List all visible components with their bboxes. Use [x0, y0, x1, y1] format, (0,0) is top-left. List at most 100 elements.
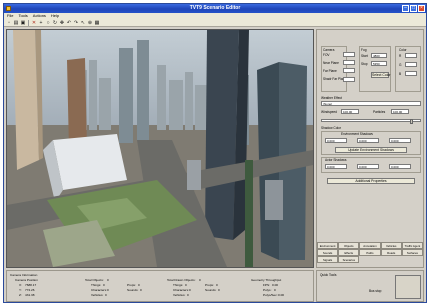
fog-start-field[interactable]: 4800	[371, 53, 387, 58]
new-icon[interactable]: ▫	[6, 20, 12, 26]
tab-traffic-agent[interactable]: Traffic Agent	[401, 242, 423, 249]
fog-stop-field[interactable]: 5350	[371, 61, 387, 66]
tab-annotation[interactable]: Annotation	[359, 242, 381, 249]
vehicles-label: Vehicles:	[91, 293, 104, 297]
cut-icon[interactable]: ✕	[31, 20, 37, 26]
vehicles-value: 0	[105, 293, 107, 297]
title-bar: TVT9 Scenario Editor – □ ×	[4, 4, 426, 13]
far-plane-field[interactable]	[343, 68, 355, 73]
weather-select[interactable]: (None)	[321, 101, 421, 106]
total-objects-value: 0	[107, 278, 109, 282]
things-value: 0	[103, 283, 105, 287]
env-shadow-b-field[interactable]: 0.000	[389, 138, 411, 143]
particles-field[interactable]: 100.00	[391, 109, 409, 114]
shadow-color-label: Shadow Color	[321, 126, 342, 130]
color-b-field[interactable]	[405, 71, 417, 76]
tab-sounds[interactable]: Sounds	[317, 249, 339, 256]
slider-thumb[interactable]	[410, 119, 413, 124]
actor-shadow-b-field[interactable]: 0.000	[389, 164, 411, 169]
color-r-field[interactable]	[405, 53, 417, 58]
drawn-vehicles-value: 0	[187, 293, 189, 297]
z-value: 431.38	[25, 293, 35, 297]
pan-icon[interactable]: ✥	[59, 20, 65, 26]
target-icon[interactable]: ⊕	[87, 20, 93, 26]
tab-vehicles[interactable]: Vehicles	[380, 242, 402, 249]
x-label: X:	[19, 283, 22, 287]
drawn-sounds-label: Sounds:	[205, 288, 217, 292]
sounds-value: 0	[140, 288, 142, 292]
tab-roads[interactable]: Roads	[380, 249, 402, 256]
drawn-vehicles-label: Vehicles:	[173, 293, 186, 297]
windspeed-field[interactable]: 100.00	[341, 109, 359, 114]
near-plane-label: Near Plane	[323, 61, 339, 65]
city-scene	[7, 30, 313, 267]
properties-panel: Camera FOV Near Plane Far Plane Shadr Fa…	[316, 29, 424, 268]
props-label: Props:	[127, 283, 136, 287]
redo-icon[interactable]: ↷	[73, 20, 79, 26]
weather-slider[interactable]	[321, 119, 421, 124]
select-color-button[interactable]: Select Color	[371, 72, 390, 78]
drawn-sounds-value: 0	[218, 288, 220, 292]
open-icon[interactable]: ▤	[13, 20, 19, 26]
polys-value: 0	[274, 288, 276, 292]
save-icon[interactable]: ▣	[20, 20, 26, 26]
env-shadow-g-field[interactable]: 0.000	[357, 138, 379, 143]
tab-scenarios[interactable]: Scenarios	[338, 256, 360, 263]
camera-info-label: Camera Information	[10, 273, 38, 277]
z-label: Z:	[19, 293, 22, 297]
drawn-things-value: 0	[185, 283, 187, 287]
tab-surfaces[interactable]: Surfaces	[401, 249, 423, 256]
shadow-far-plane-field[interactable]	[343, 77, 355, 82]
fov-field[interactable]	[343, 52, 355, 57]
select-icon[interactable]: ↖	[80, 20, 86, 26]
y-label: Y:	[19, 288, 22, 292]
drawn-things-label: Things:	[173, 283, 184, 287]
undo-icon[interactable]: ↶	[66, 20, 72, 26]
fps-label: FPS:	[263, 283, 270, 287]
grid-icon[interactable]: ▦	[94, 20, 100, 26]
actor-shadow-r-field[interactable]: 0.000	[325, 164, 347, 169]
camera-position-label: Camera Position	[15, 278, 38, 282]
near-plane-field[interactable]	[343, 60, 355, 65]
add-icon[interactable]: +	[38, 20, 44, 26]
drawn-characters-label: Characters:	[173, 288, 189, 292]
color-g-field[interactable]	[405, 62, 417, 67]
env-shadows-label: Environment Shadows	[341, 132, 373, 136]
polys-sec-label: Polys/Sec:	[263, 293, 278, 297]
drawn-characters-value: 0	[189, 288, 191, 292]
tab-signals[interactable]: Signals	[317, 256, 339, 263]
additional-properties-button[interactable]: Additional Properties	[327, 178, 415, 184]
fog-stop-label: Stop	[361, 62, 368, 66]
props-value: 0	[138, 283, 140, 287]
update-shadows-button[interactable]: Update Environment Shadows	[335, 147, 407, 153]
env-shadow-r-field[interactable]: 0.000	[325, 138, 347, 143]
tab-effects[interactable]: Effects	[338, 249, 360, 256]
total-drawn-value: 0	[199, 278, 201, 282]
geometry-throughput-label: Geometry Throughput	[251, 278, 282, 282]
color-r-label: R	[399, 54, 402, 58]
polys-sec-value: 0.00	[278, 293, 285, 297]
quick-tools-panel: Quick Tools Bus stop	[316, 270, 424, 302]
actor-shadows-label: Actor Shadows	[325, 158, 347, 162]
tab-objects[interactable]: Objects	[338, 242, 360, 249]
maximize-icon[interactable]: □	[410, 5, 417, 12]
actor-shadow-g-field[interactable]: 0.000	[357, 164, 379, 169]
zoom-icon[interactable]: ○	[45, 20, 51, 26]
tab-environment[interactable]: Environment	[317, 242, 339, 249]
fps-value: 0.00	[272, 283, 279, 287]
far-plane-label: Far Plane	[323, 69, 337, 73]
minimize-icon[interactable]: –	[402, 5, 409, 12]
tab-paths[interactable]: Paths	[359, 249, 381, 256]
preview-box[interactable]	[395, 275, 421, 299]
weather-label: Weather Effect	[321, 96, 342, 100]
polys-label: Polys:	[263, 288, 272, 292]
drawn-props-value: 0	[216, 283, 218, 287]
window-title: TVT9 Scenario Editor	[189, 5, 241, 11]
close-icon[interactable]: ×	[418, 5, 425, 12]
fog-start-label: Start	[361, 54, 368, 58]
status-panel: Camera Information Camera Position X: 76…	[6, 270, 314, 302]
3d-viewport[interactable]	[6, 29, 314, 268]
total-drawn-label: Total Drawn Objects:	[167, 278, 196, 282]
rotate-icon[interactable]: ↻	[52, 20, 58, 26]
camera-label: Camera	[323, 48, 335, 52]
